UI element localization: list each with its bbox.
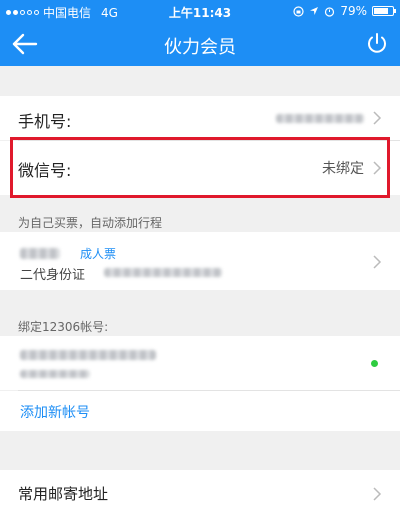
nav-bar: 伙力会员	[0, 22, 400, 66]
alarm-icon	[325, 6, 335, 17]
accounts-section-label: 绑定12306帐号:	[18, 320, 109, 334]
passenger-row[interactable]: 成人票 二代身份证	[0, 232, 400, 290]
chevron-right-icon	[373, 255, 382, 269]
status-right: 79%	[293, 4, 396, 18]
chevron-right-icon	[373, 487, 382, 501]
battery-icon	[372, 6, 396, 16]
passenger-name-redacted	[20, 248, 60, 259]
phone-number-redacted	[276, 114, 364, 123]
chevron-right-icon	[373, 111, 382, 125]
address-label: 常用邮寄地址	[18, 485, 109, 503]
online-status-dot	[371, 360, 378, 367]
highlight-box	[10, 137, 390, 198]
add-account-row[interactable]: 添加新帐号	[0, 391, 400, 431]
phone-label: 手机号:	[18, 112, 72, 131]
account-name-redacted	[20, 350, 156, 360]
phone-row[interactable]: 手机号:	[0, 96, 400, 140]
address-row[interactable]: 常用邮寄地址	[0, 470, 400, 516]
rotation-lock-icon	[293, 5, 304, 17]
ticket-type: 成人票	[80, 247, 117, 261]
passenger-section-label: 为自己买票，自动添加行程	[18, 216, 163, 230]
status-bar: 中国电信 4G 上午11:43 79%	[0, 0, 400, 22]
account-row[interactable]	[0, 336, 400, 390]
page-title: 伙力会员	[164, 37, 236, 58]
add-account-link[interactable]: 添加新帐号	[20, 402, 90, 422]
id-type: 二代身份证	[20, 268, 86, 283]
location-icon	[310, 7, 319, 15]
id-number-redacted	[104, 268, 222, 277]
battery-percent: 79%	[340, 4, 367, 18]
account-detail-redacted	[20, 370, 90, 378]
power-icon[interactable]	[364, 31, 390, 57]
